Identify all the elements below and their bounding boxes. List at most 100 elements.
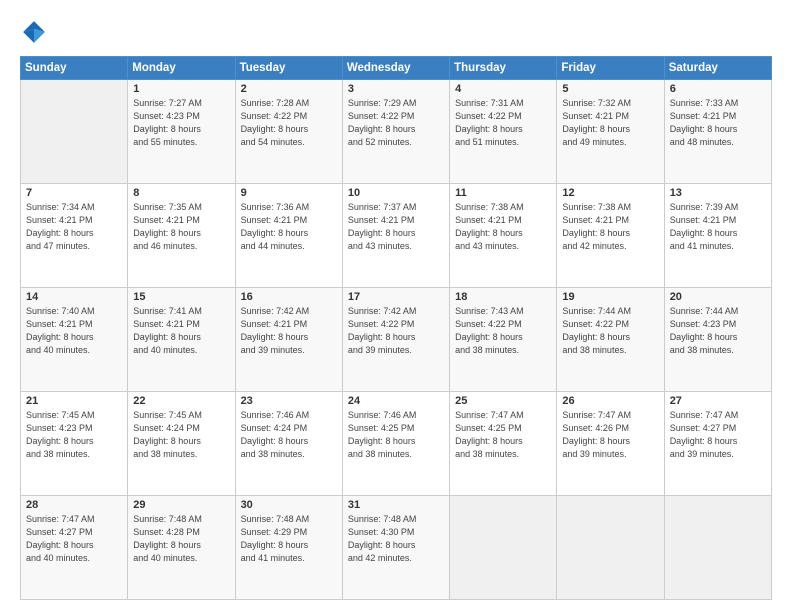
- day-info: Sunrise: 7:38 AM Sunset: 4:21 PM Dayligh…: [455, 201, 551, 253]
- logo-icon: [20, 18, 48, 46]
- day-cell: 28 Sunrise: 7:47 AM Sunset: 4:27 PM Dayli…: [21, 496, 128, 600]
- day-number: 29: [133, 499, 229, 511]
- day-number: 25: [455, 395, 551, 407]
- day-cell: 19Sunrise: 7:44 AM Sunset: 4:22 PM Dayli…: [557, 288, 664, 392]
- day-cell: 27 Sunrise: 7:47 AM Sunset: 4:27 PM Dayli…: [664, 392, 771, 496]
- day-cell: 30 Sunrise: 7:48 AM Sunset: 4:29 PM Dayli…: [235, 496, 342, 600]
- day-number: 13: [670, 187, 766, 199]
- day-cell: 6 Sunrise: 7:33 AM Sunset: 4:21 PM Daylig…: [664, 80, 771, 184]
- day-cell: 15 Sunrise: 7:41 AM Sunset: 4:21 PM Dayli…: [128, 288, 235, 392]
- header: [20, 18, 772, 46]
- day-cell: 29 Sunrise: 7:48 AM Sunset: 4:28 PM Dayli…: [128, 496, 235, 600]
- day-number: 8: [133, 187, 229, 199]
- header-cell-tuesday: Tuesday: [235, 57, 342, 80]
- page: SundayMondayTuesdayWednesdayThursdayFrid…: [0, 0, 792, 612]
- day-info: Sunrise: 7:42 AM Sunset: 4:21 PM Dayligh…: [241, 305, 337, 357]
- day-info: Sunrise: 7:47 AM Sunset: 4:27 PM Dayligh…: [26, 513, 122, 565]
- day-number: 10: [348, 187, 444, 199]
- day-number: 21: [26, 395, 122, 407]
- header-cell-thursday: Thursday: [450, 57, 557, 80]
- day-info: Sunrise: 7:27 AM Sunset: 4:23 PM Dayligh…: [133, 97, 229, 149]
- day-number: 7: [26, 187, 122, 199]
- day-cell: 8 Sunrise: 7:35 AM Sunset: 4:21 PM Daylig…: [128, 184, 235, 288]
- calendar-body: 1 Sunrise: 7:27 AM Sunset: 4:23 PM Daylig…: [21, 80, 772, 600]
- day-cell: 20 Sunrise: 7:44 AM Sunset: 4:23 PM Dayli…: [664, 288, 771, 392]
- day-info: Sunrise: 7:46 AM Sunset: 4:24 PM Dayligh…: [241, 409, 337, 461]
- day-cell: [664, 496, 771, 600]
- day-cell: 2 Sunrise: 7:28 AM Sunset: 4:22 PM Daylig…: [235, 80, 342, 184]
- day-number: 6: [670, 83, 766, 95]
- day-cell: 11 Sunrise: 7:38 AM Sunset: 4:21 PM Dayli…: [450, 184, 557, 288]
- day-cell: 9 Sunrise: 7:36 AM Sunset: 4:21 PM Daylig…: [235, 184, 342, 288]
- day-number: 18: [455, 291, 551, 303]
- calendar-table: SundayMondayTuesdayWednesdayThursdayFrid…: [20, 56, 772, 600]
- day-number: 9: [241, 187, 337, 199]
- day-number: 23: [241, 395, 337, 407]
- day-number: 27: [670, 395, 766, 407]
- day-info: Sunrise: 7:46 AM Sunset: 4:25 PM Dayligh…: [348, 409, 444, 461]
- day-cell: 31Sunrise: 7:48 AM Sunset: 4:30 PM Dayli…: [342, 496, 449, 600]
- header-cell-sunday: Sunday: [21, 57, 128, 80]
- day-number: 11: [455, 187, 551, 199]
- day-info: Sunrise: 7:44 AM Sunset: 4:23 PM Dayligh…: [670, 305, 766, 357]
- day-number: 1: [133, 83, 229, 95]
- day-cell: 7Sunrise: 7:34 AM Sunset: 4:21 PM Daylig…: [21, 184, 128, 288]
- day-info: Sunrise: 7:35 AM Sunset: 4:21 PM Dayligh…: [133, 201, 229, 253]
- day-info: Sunrise: 7:47 AM Sunset: 4:27 PM Dayligh…: [670, 409, 766, 461]
- week-row-0: 1 Sunrise: 7:27 AM Sunset: 4:23 PM Daylig…: [21, 80, 772, 184]
- day-info: Sunrise: 7:36 AM Sunset: 4:21 PM Dayligh…: [241, 201, 337, 253]
- day-cell: 3Sunrise: 7:29 AM Sunset: 4:22 PM Daylig…: [342, 80, 449, 184]
- day-number: 28: [26, 499, 122, 511]
- day-cell: 25 Sunrise: 7:47 AM Sunset: 4:25 PM Dayli…: [450, 392, 557, 496]
- day-cell: [450, 496, 557, 600]
- day-info: Sunrise: 7:39 AM Sunset: 4:21 PM Dayligh…: [670, 201, 766, 253]
- day-number: 16: [241, 291, 337, 303]
- day-info: Sunrise: 7:48 AM Sunset: 4:29 PM Dayligh…: [241, 513, 337, 565]
- day-cell: [557, 496, 664, 600]
- week-row-4: 28 Sunrise: 7:47 AM Sunset: 4:27 PM Dayli…: [21, 496, 772, 600]
- header-cell-saturday: Saturday: [664, 57, 771, 80]
- header-cell-friday: Friday: [557, 57, 664, 80]
- week-row-3: 21 Sunrise: 7:45 AM Sunset: 4:23 PM Dayli…: [21, 392, 772, 496]
- day-number: 26: [562, 395, 658, 407]
- day-number: 30: [241, 499, 337, 511]
- day-info: Sunrise: 7:42 AM Sunset: 4:22 PM Dayligh…: [348, 305, 444, 357]
- day-number: 20: [670, 291, 766, 303]
- day-number: 22: [133, 395, 229, 407]
- header-cell-wednesday: Wednesday: [342, 57, 449, 80]
- day-info: Sunrise: 7:43 AM Sunset: 4:22 PM Dayligh…: [455, 305, 551, 357]
- day-number: 5: [562, 83, 658, 95]
- day-number: 3: [348, 83, 444, 95]
- day-cell: 17 Sunrise: 7:42 AM Sunset: 4:22 PM Dayli…: [342, 288, 449, 392]
- day-cell: 1 Sunrise: 7:27 AM Sunset: 4:23 PM Daylig…: [128, 80, 235, 184]
- day-info: Sunrise: 7:47 AM Sunset: 4:25 PM Dayligh…: [455, 409, 551, 461]
- day-info: Sunrise: 7:48 AM Sunset: 4:28 PM Dayligh…: [133, 513, 229, 565]
- day-cell: 23 Sunrise: 7:46 AM Sunset: 4:24 PM Dayli…: [235, 392, 342, 496]
- calendar-header: SundayMondayTuesdayWednesdayThursdayFrid…: [21, 57, 772, 80]
- day-number: 15: [133, 291, 229, 303]
- day-cell: 26 Sunrise: 7:47 AM Sunset: 4:26 PM Dayli…: [557, 392, 664, 496]
- day-cell: 18 Sunrise: 7:43 AM Sunset: 4:22 PM Dayli…: [450, 288, 557, 392]
- day-cell: 14Sunrise: 7:40 AM Sunset: 4:21 PM Dayli…: [21, 288, 128, 392]
- day-info: Sunrise: 7:38 AM Sunset: 4:21 PM Dayligh…: [562, 201, 658, 253]
- day-number: 24: [348, 395, 444, 407]
- header-row: SundayMondayTuesdayWednesdayThursdayFrid…: [21, 57, 772, 80]
- day-info: Sunrise: 7:41 AM Sunset: 4:21 PM Dayligh…: [133, 305, 229, 357]
- day-info: Sunrise: 7:32 AM Sunset: 4:21 PM Dayligh…: [562, 97, 658, 149]
- day-cell: [21, 80, 128, 184]
- day-info: Sunrise: 7:28 AM Sunset: 4:22 PM Dayligh…: [241, 97, 337, 149]
- day-cell: 4Sunrise: 7:31 AM Sunset: 4:22 PM Daylig…: [450, 80, 557, 184]
- day-cell: 21 Sunrise: 7:45 AM Sunset: 4:23 PM Dayli…: [21, 392, 128, 496]
- day-cell: 10Sunrise: 7:37 AM Sunset: 4:21 PM Dayli…: [342, 184, 449, 288]
- day-number: 17: [348, 291, 444, 303]
- day-number: 4: [455, 83, 551, 95]
- day-cell: 5 Sunrise: 7:32 AM Sunset: 4:21 PM Daylig…: [557, 80, 664, 184]
- day-number: 19: [562, 291, 658, 303]
- day-info: Sunrise: 7:33 AM Sunset: 4:21 PM Dayligh…: [670, 97, 766, 149]
- day-info: Sunrise: 7:47 AM Sunset: 4:26 PM Dayligh…: [562, 409, 658, 461]
- day-number: 2: [241, 83, 337, 95]
- day-cell: 24 Sunrise: 7:46 AM Sunset: 4:25 PM Dayli…: [342, 392, 449, 496]
- day-number: 31: [348, 499, 444, 511]
- day-info: Sunrise: 7:45 AM Sunset: 4:23 PM Dayligh…: [26, 409, 122, 461]
- day-number: 12: [562, 187, 658, 199]
